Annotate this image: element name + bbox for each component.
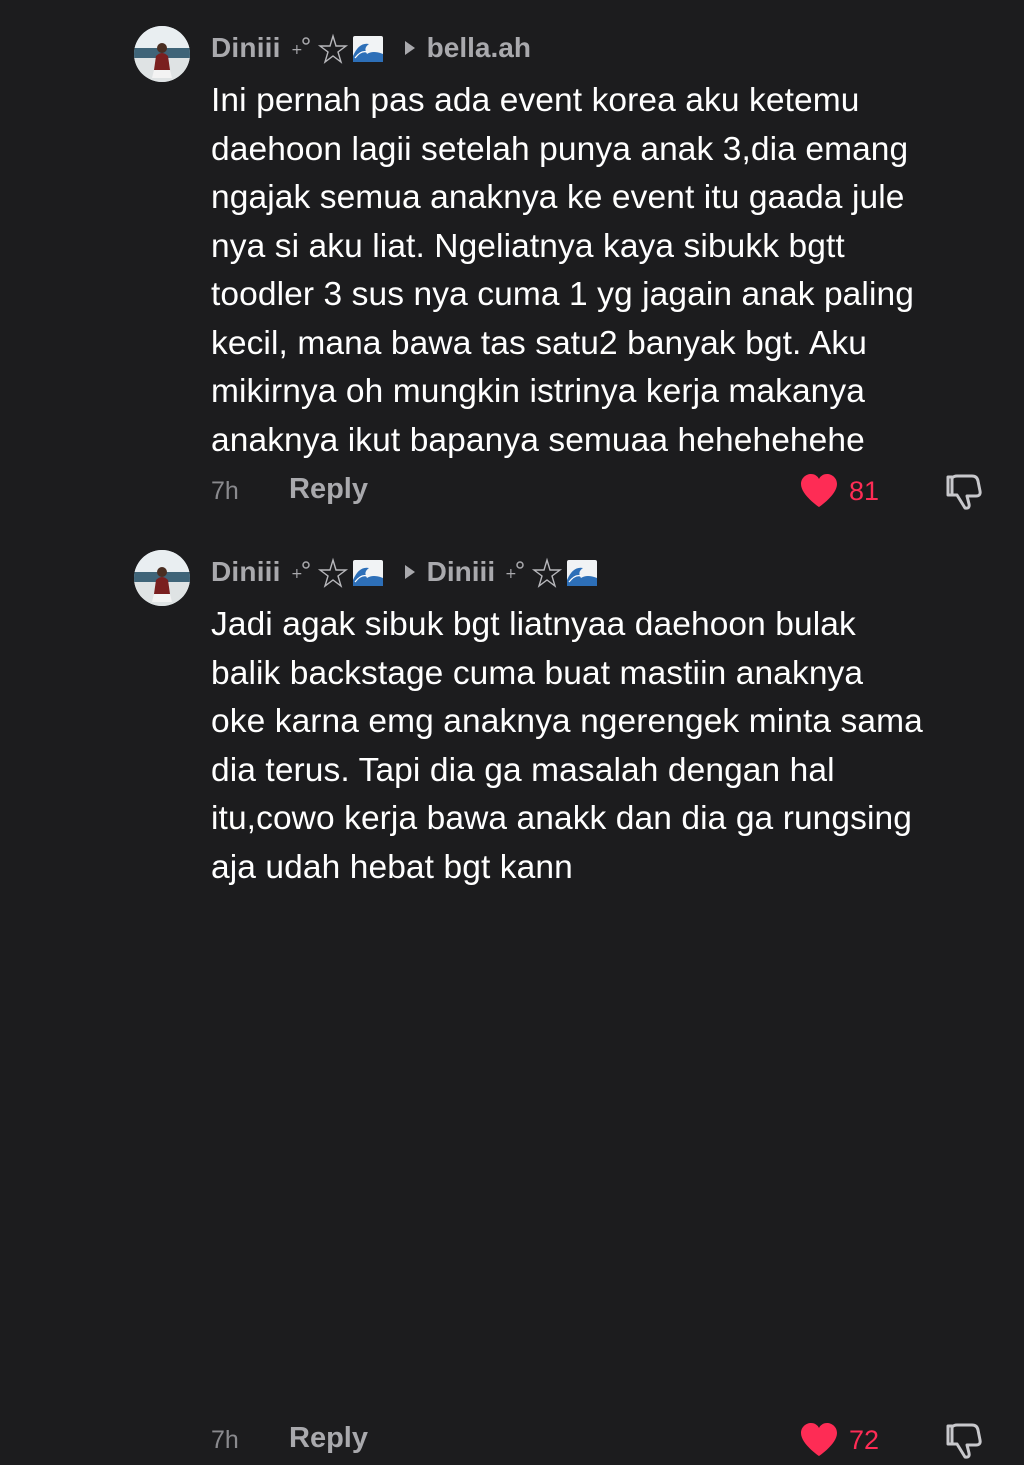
like-button[interactable]: 81 (799, 471, 879, 511)
heart-icon (801, 1423, 837, 1456)
svg-text:+: + (505, 566, 517, 582)
sparkle-starfish-wave-icon: + (291, 557, 383, 588)
username-decoration: + (289, 556, 389, 588)
timestamp: 7h (211, 1426, 239, 1454)
comment-text: Ini pernah pas ada event korea aku ketem… (211, 82, 914, 459)
reply-arrow-icon (404, 41, 415, 55)
reply-to-username[interactable]: Diniii (427, 556, 495, 588)
reply-to-username[interactable]: bella.ah (427, 32, 531, 64)
dislike-button[interactable] (943, 1422, 983, 1465)
reply-to-decoration: + (503, 556, 603, 588)
thumbs-down-icon (946, 1423, 982, 1459)
avatar[interactable] (134, 26, 190, 82)
reply-button[interactable]: Reply (289, 1422, 368, 1455)
like-count: 72 (849, 1424, 880, 1455)
like-button[interactable]: 72 (799, 1420, 879, 1460)
svg-text:+: + (291, 42, 303, 58)
heart-icon (801, 474, 837, 507)
sparkle-starfish-wave-icon: + (505, 557, 598, 588)
timestamp: 7h (211, 477, 239, 505)
thumbs-down-icon (946, 474, 982, 510)
username[interactable]: Diniii (211, 32, 281, 64)
comment-actions: 7h Reply 81 (211, 471, 1001, 511)
username[interactable]: Diniii (211, 556, 281, 588)
comment-header: Diniii + bella.ah (211, 30, 531, 66)
dislike-button[interactable] (943, 473, 983, 516)
like-count: 81 (849, 475, 880, 506)
comment-text: Jadi agak sibuk bgt liatnyaa daehoon bul… (211, 606, 923, 886)
username-decoration: + (289, 32, 389, 64)
reply-button[interactable]: Reply (289, 473, 368, 506)
svg-text:+: + (291, 566, 303, 582)
comment-actions: 7h Reply 72 (211, 1420, 1001, 1460)
avatar[interactable] (134, 550, 190, 606)
comment-header: Diniii + Diniii + (211, 554, 603, 590)
sparkle-starfish-wave-icon: + (291, 33, 383, 64)
reply-arrow-icon (404, 565, 415, 579)
